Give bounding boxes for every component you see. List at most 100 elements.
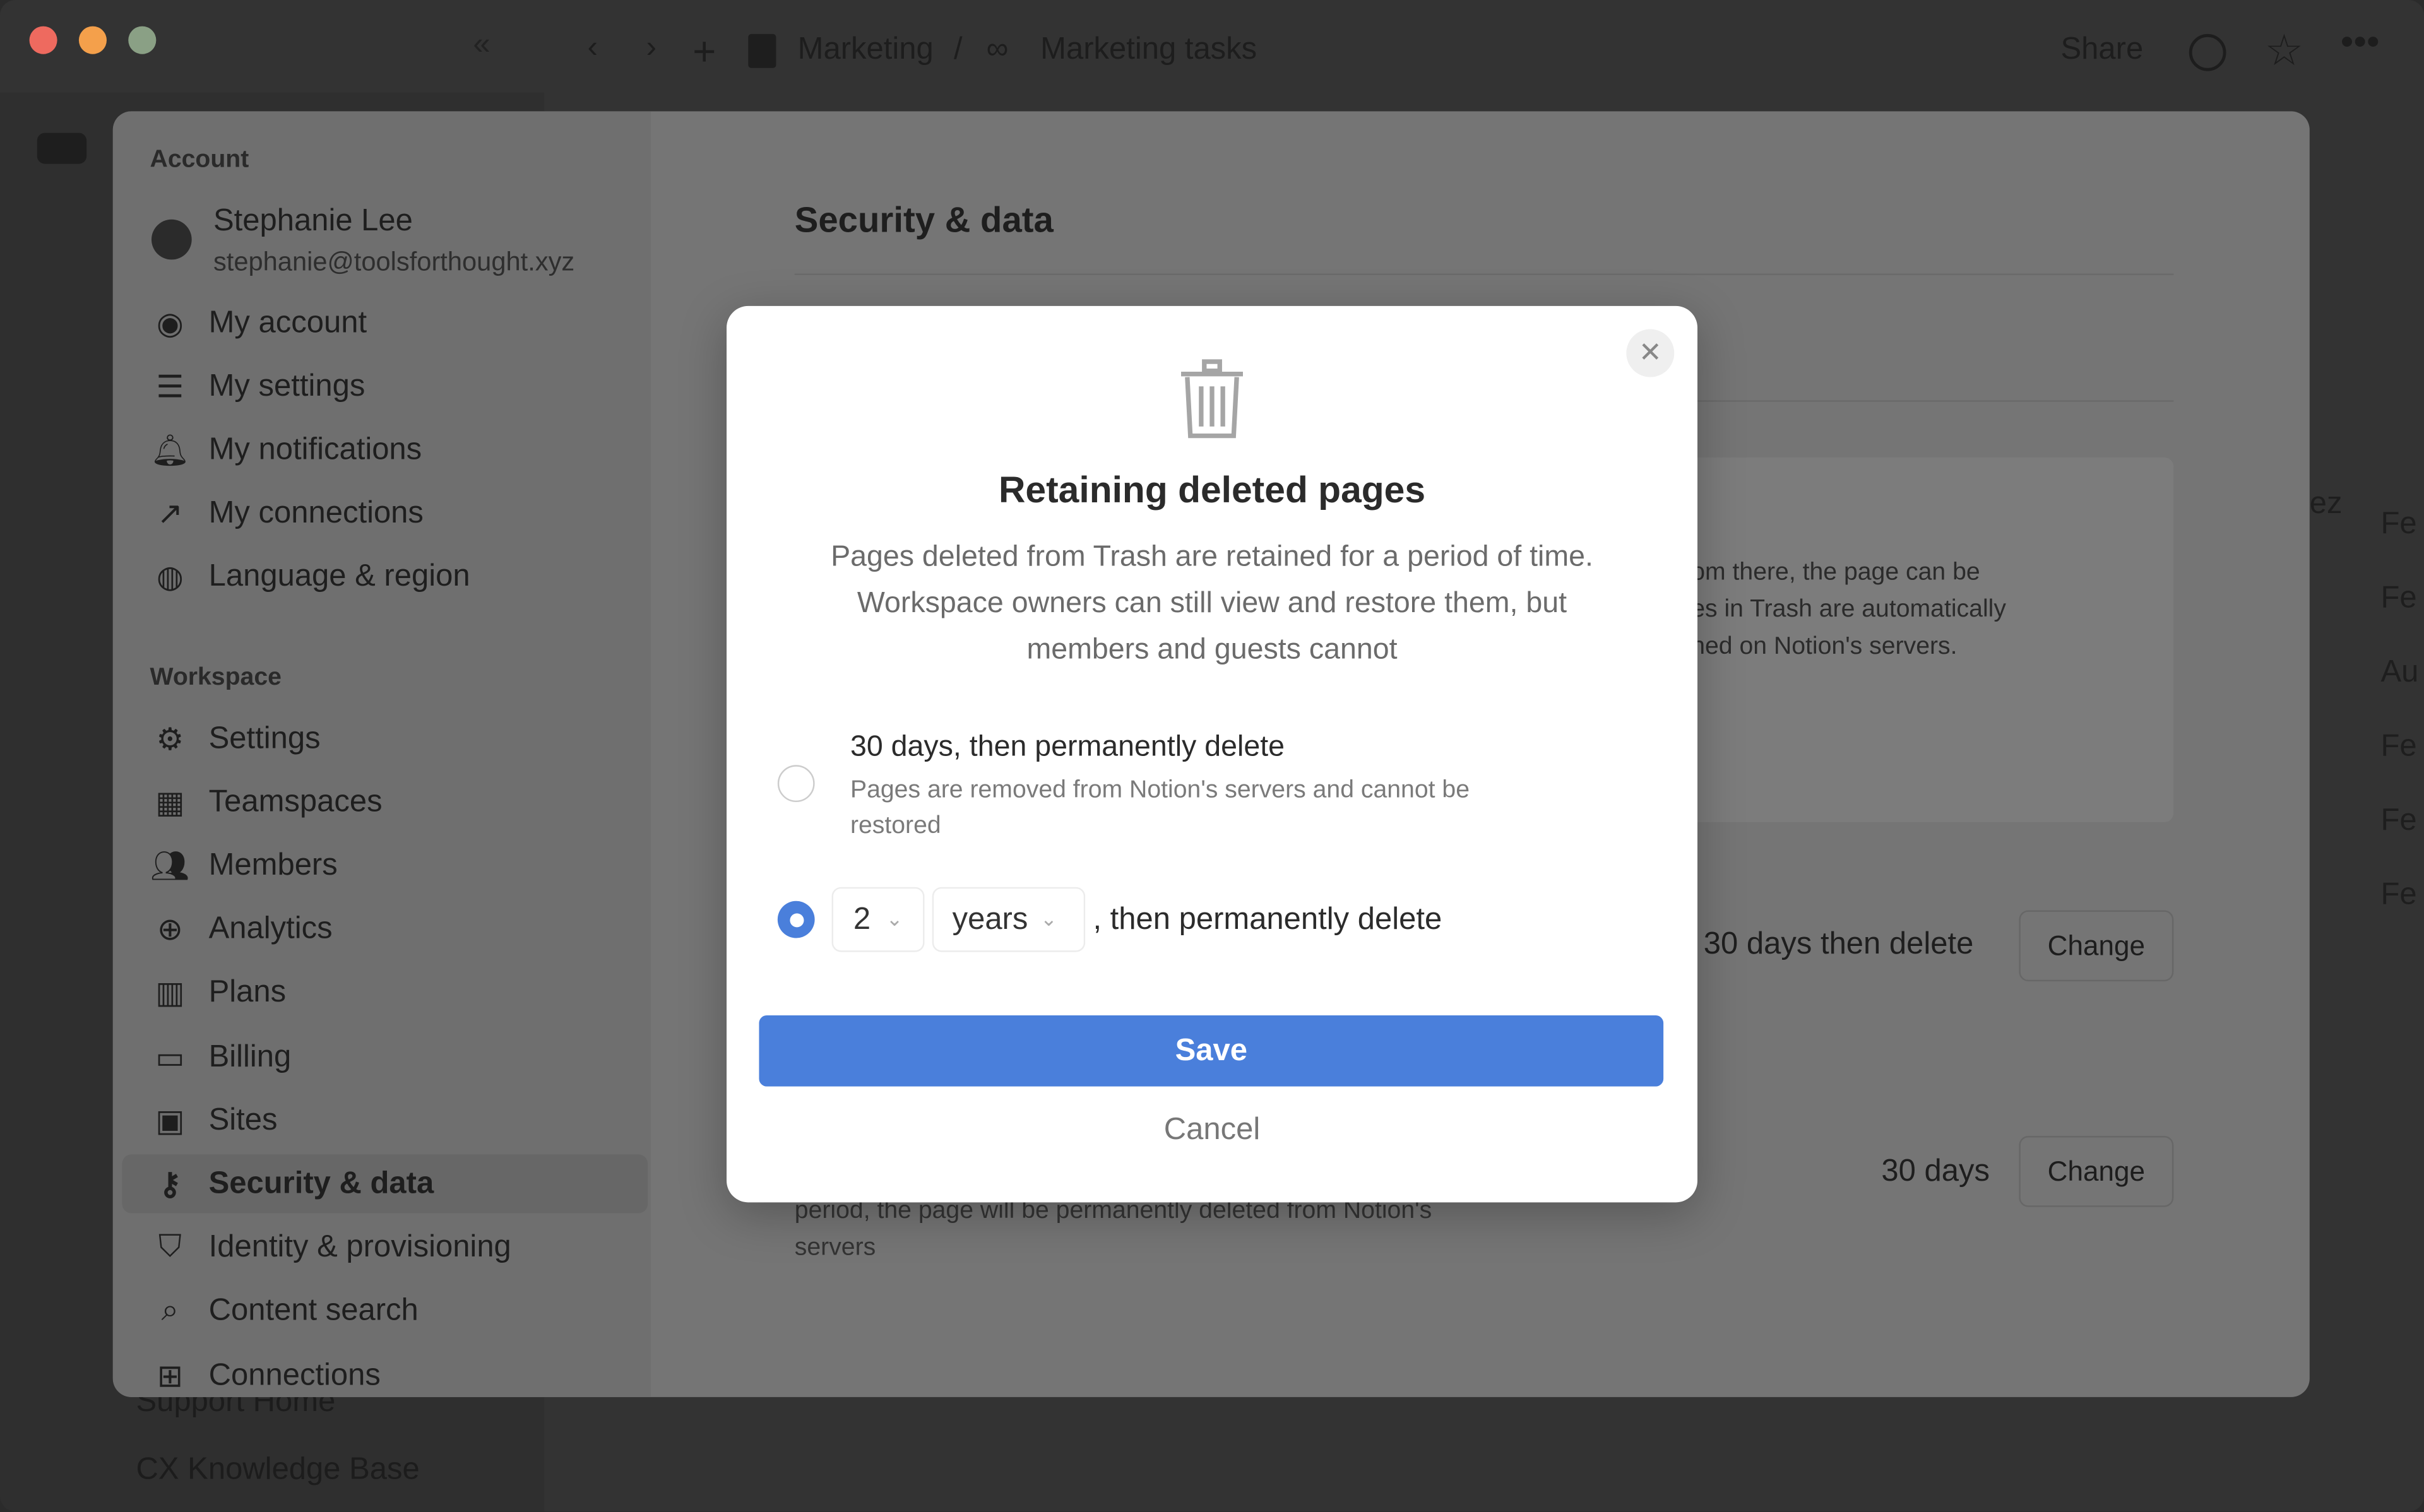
card-icon: ▭ — [155, 1041, 185, 1075]
sidebar-item-label: Plans — [208, 976, 287, 1010]
change-retention-button[interactable]: Change — [2019, 910, 2174, 982]
zoom-chart-icon: ⊕ — [157, 913, 183, 948]
workspace-section-label: Workspace — [150, 664, 282, 691]
sidebar-item-connections[interactable]: ⊞ Connections — [122, 1346, 648, 1397]
sidebar-item-label: Billing — [208, 1039, 292, 1073]
amount-select[interactable]: 2 ⌄ — [831, 887, 925, 952]
sidebar-item-my-connections[interactable]: ↗ My connections — [122, 484, 648, 543]
option-custom-suffix: , then permanently delete — [1093, 902, 1442, 937]
sidebar-item-members[interactable]: 👥︎ Members — [122, 837, 648, 895]
breadcrumb-marketing[interactable]: Marketing — [798, 32, 934, 68]
settings-sidebar: Account Stephanie Lee stephanie@toolsfor… — [112, 111, 651, 1397]
sidebar-item-label: Language & region — [208, 558, 470, 593]
breadcrumb-marketing-tasks[interactable]: Marketing tasks — [1040, 32, 1257, 68]
sidebar-item-label: Connections — [208, 1357, 381, 1392]
sidebar-item-analytics[interactable]: ⊕ Analytics — [122, 901, 648, 959]
search-icon: ⌕ — [161, 1294, 179, 1328]
trash-info-line: ned on Notion's servers. — [1691, 634, 1958, 660]
sidebar-item-label: Analytics — [208, 912, 333, 947]
close-dialog-button[interactable]: ✕ — [1626, 329, 1675, 377]
sidebar-item-plans[interactable]: ▥ Plans — [122, 964, 648, 1023]
shield-check-icon: ⛉ — [158, 1230, 182, 1265]
trash-duration-desc: period, the page will be permanently del… — [794, 1197, 1432, 1261]
sidebar-item-label: My connections — [208, 495, 424, 529]
arrow-box-icon: ↗ — [157, 497, 183, 531]
user-name: Stephanie Lee — [213, 204, 413, 239]
sidebar-item-label: Identity & provisioning — [208, 1230, 511, 1265]
sidebar-item-sites[interactable]: ▣ Sites — [122, 1091, 648, 1150]
chevron-down-icon: ⌄ — [886, 907, 903, 931]
sidebar-item-my-notifications[interactable]: 🔔︎ My notifications — [122, 420, 648, 479]
divider — [794, 273, 2174, 275]
map-icon: ▥ — [155, 977, 185, 1012]
browser-icon: ▣ — [155, 1104, 185, 1139]
change-trash-duration-button[interactable]: Change — [2019, 1136, 2174, 1207]
sidebar-item-label: Content search — [208, 1294, 419, 1328]
trash-info-line: om there, the page can be — [1691, 559, 1980, 586]
sidebar-item-label: My notifications — [208, 432, 422, 466]
forward-icon[interactable]: › — [646, 31, 656, 66]
sidebar-item-label: Security & data — [208, 1166, 434, 1201]
sidebar-item-content-search[interactable]: ⌕ Content search — [122, 1282, 648, 1341]
share-button[interactable]: Share — [2061, 32, 2144, 68]
unit-value: years — [952, 901, 1028, 936]
people-icon: 👥︎ — [150, 849, 190, 884]
sliders-icon: ☰ — [156, 370, 184, 405]
globe-icon: ◍ — [156, 560, 184, 594]
background-table-cells: Fe Fe Au Fe Fe Fe — [2380, 507, 2419, 912]
window-close-button[interactable] — [29, 26, 57, 54]
sidebar-item-cx-knowledge-base[interactable]: CX Knowledge Base — [136, 1453, 420, 1488]
option-30-days-desc: Pages are removed from Notion's servers … — [850, 777, 1470, 839]
sidebar-item-billing[interactable]: ▭ Billing — [122, 1028, 648, 1087]
retention-value: 30 days then delete — [1703, 927, 1974, 962]
cancel-button[interactable]: Cancel — [727, 1113, 1697, 1148]
sidebar-item-settings[interactable]: ⚙ Settings — [122, 709, 648, 768]
gear-icon: ⚙ — [156, 722, 184, 757]
favorite-star-icon[interactable]: ☆ — [2265, 25, 2303, 76]
sidebar-item-label: My settings — [208, 369, 365, 403]
sidebar-item-teamspaces[interactable]: ▦ Teamspaces — [122, 773, 648, 832]
sidebar-item-label: Sites — [208, 1102, 278, 1137]
dialog-title: Retaining deleted pages — [998, 470, 1426, 512]
trash-duration-value: 30 days — [1881, 1154, 1990, 1189]
breadcrumb-separator: / — [954, 32, 963, 67]
sidebar-item-identity-provisioning[interactable]: ⛉ Identity & provisioning — [122, 1219, 648, 1277]
window-minimize-button[interactable] — [78, 26, 107, 54]
trash-icon — [1181, 359, 1243, 439]
updates-clock-icon[interactable] — [2189, 33, 2226, 71]
sidebar-item-label: Settings — [208, 721, 321, 755]
trash-info-line: es in Trash are automatically — [1691, 596, 2006, 623]
save-button[interactable]: Save — [759, 1015, 1664, 1087]
option-30-days-radio[interactable] — [777, 765, 815, 803]
option-custom-radio[interactable] — [777, 901, 815, 938]
option-30-days-title[interactable]: 30 days, then permanently delete — [850, 731, 1285, 765]
amount-value: 2 — [853, 901, 871, 936]
window-zoom-button[interactable] — [128, 26, 157, 54]
dialog-description: Pages deleted from Trash are retained fo… — [831, 541, 1593, 666]
user-email: stephanie@toolsforthought.xyz — [213, 247, 575, 277]
sidebar-item-label: Teamspaces — [208, 784, 383, 819]
sidebar-item-label: My account — [208, 305, 367, 340]
app-window: « ‹ › + Marketing / ∞ Marketing tasks Sh… — [0, 0, 2424, 1512]
back-icon[interactable]: ‹ — [588, 31, 598, 66]
unit-select[interactable]: years ⌄ — [932, 887, 1086, 952]
person-circle-icon: ◉ — [156, 307, 184, 341]
sidebar-item-language-region[interactable]: ◍ Language & region — [122, 547, 648, 606]
grid-icon: ⊞ — [157, 1359, 183, 1393]
key-icon: ⚷ — [158, 1168, 182, 1203]
more-options-icon[interactable]: ••• — [2341, 21, 2380, 65]
page-icon — [748, 33, 776, 68]
background-table-cell: ez — [2309, 487, 2343, 521]
chevron-down-icon: ⌄ — [1040, 907, 1057, 931]
retention-dialog: ✕ Retaining deleted pages Pages deleted … — [727, 305, 1698, 1203]
new-page-icon[interactable]: + — [692, 28, 716, 76]
account-section-label: Account — [150, 146, 249, 174]
sidebar-item-my-settings[interactable]: ☰ My settings — [122, 357, 648, 416]
bell-icon: 🔔︎ — [150, 433, 190, 468]
acme-logo-icon — [37, 133, 87, 164]
sidebar-item-label: Members — [208, 848, 338, 883]
sidebar-item-my-account[interactable]: ◉ My account — [122, 293, 648, 352]
collapse-sidebar-icon[interactable]: « — [473, 28, 490, 63]
binoculars-icon: ∞ — [986, 32, 1009, 67]
sidebar-item-security-data[interactable]: ⚷ Security & data — [122, 1155, 648, 1214]
